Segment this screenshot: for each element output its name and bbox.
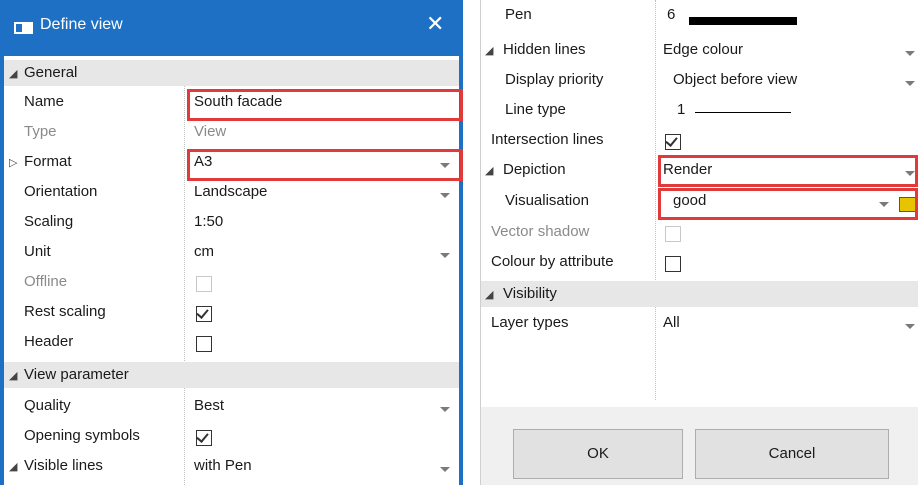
visualisation-label: Visualisation [505, 192, 589, 209]
offline-checkbox [196, 276, 212, 292]
check-icon [196, 430, 209, 443]
highlight-name [187, 89, 463, 121]
colour-by-attribute-checkbox[interactable] [665, 256, 681, 272]
row-header: Header [4, 328, 459, 358]
type-value: View [194, 123, 227, 140]
row-orientation: Orientation Landscape [4, 178, 459, 208]
hidden-lines-label: Hidden lines [503, 41, 586, 58]
window-icon [14, 22, 33, 34]
row-type: Type View [4, 118, 459, 148]
row-offline: Offline [4, 268, 459, 298]
left-property-panel: ◢ General Name South facade Type View ▷ … [4, 56, 463, 485]
scaling-label: Scaling [24, 213, 74, 230]
dropdown-arrow-icon[interactable] [440, 467, 450, 472]
row-scaling: Scaling 1:50 [4, 208, 459, 238]
vector-shadow-label: Vector shadow [491, 223, 590, 240]
close-button[interactable]: ✕ [426, 12, 444, 36]
rest-scaling-checkbox[interactable] [196, 306, 212, 322]
dropdown-arrow-icon[interactable] [905, 51, 915, 56]
format-label: Format [24, 153, 72, 170]
section-visibility-label: Visibility [503, 285, 557, 302]
check-icon [665, 134, 678, 147]
row-line-type: Line type 1 [481, 96, 918, 126]
intersection-lines-label: Intersection lines [491, 131, 604, 148]
row-layer-types: Layer types All [481, 309, 918, 339]
visible-lines-label: Visible lines [24, 457, 103, 474]
cancel-button[interactable]: Cancel [695, 429, 889, 479]
row-rest-scaling: Rest scaling [4, 298, 459, 328]
layer-types-select[interactable]: All [663, 314, 680, 331]
row-intersection-lines: Intersection lines [481, 126, 918, 156]
ok-button[interactable]: OK [513, 429, 683, 479]
section-view-parameter-label: View parameter [24, 366, 129, 383]
header-checkbox[interactable] [196, 336, 212, 352]
expand-triangle-icon[interactable]: ◢ [9, 369, 17, 382]
pen-swatch [689, 17, 797, 25]
image-separator [463, 0, 481, 485]
visible-lines-select[interactable]: with Pen [194, 457, 252, 474]
row-quality: Quality Best [4, 392, 459, 422]
layer-types-label: Layer types [491, 314, 569, 331]
colour-by-attribute-label: Colour by attribute [491, 253, 614, 270]
intersection-lines-checkbox[interactable] [665, 134, 681, 150]
dropdown-arrow-icon[interactable] [440, 407, 450, 412]
window-title: Define view [40, 16, 123, 33]
depiction-label: Depiction [503, 161, 566, 178]
row-opening-symbols: Opening symbols [4, 422, 459, 452]
quality-select[interactable]: Best [194, 397, 224, 414]
row-hidden-lines: ◢ Hidden lines Edge colour [481, 36, 918, 66]
section-general-label: General [24, 64, 78, 81]
expand-triangle-icon[interactable]: ◢ [485, 288, 493, 301]
quality-label: Quality [24, 397, 71, 414]
header-label: Header [24, 333, 74, 350]
row-pen: Pen 6 [481, 2, 918, 32]
pen-value[interactable]: 6 [667, 6, 675, 23]
dropdown-arrow-icon[interactable] [440, 253, 450, 258]
expand-triangle-icon[interactable]: ◢ [9, 460, 17, 473]
section-visibility[interactable]: ◢ Visibility [481, 281, 918, 307]
rest-scaling-label: Rest scaling [24, 303, 106, 320]
orientation-label: Orientation [24, 183, 98, 200]
window-title-bar: Define view ✕ [0, 0, 463, 56]
line-type-sample [695, 112, 791, 113]
collapse-triangle-icon[interactable]: ▷ [9, 156, 17, 169]
offline-label: Offline [24, 273, 68, 290]
highlight-depiction [658, 155, 918, 187]
line-type-value[interactable]: 1 [677, 101, 685, 118]
highlight-format [187, 149, 463, 181]
scaling-input[interactable]: 1:50 [194, 213, 223, 230]
dropdown-arrow-icon[interactable] [440, 193, 450, 198]
orientation-select[interactable]: Landscape [194, 183, 267, 200]
dropdown-arrow-icon[interactable] [905, 324, 915, 329]
pen-label: Pen [505, 6, 532, 23]
name-label: Name [24, 93, 65, 110]
row-visible-lines: ◢ Visible lines with Pen [4, 452, 459, 482]
check-icon [196, 306, 209, 319]
unit-label: Unit [24, 243, 51, 260]
expand-triangle-icon[interactable]: ◢ [485, 44, 493, 57]
row-vector-shadow: Vector shadow [481, 218, 918, 248]
expand-triangle-icon[interactable]: ◢ [9, 67, 17, 80]
display-priority-label: Display priority [505, 71, 604, 88]
line-type-label: Line type [505, 101, 566, 118]
opening-symbols-checkbox[interactable] [196, 430, 212, 446]
dropdown-arrow-icon[interactable] [905, 81, 915, 86]
row-colour-by-attribute: Colour by attribute [481, 248, 918, 278]
display-priority-select[interactable]: Object before view [673, 71, 797, 88]
row-unit: Unit cm [4, 238, 459, 268]
type-label: Type [24, 123, 57, 140]
opening-symbols-label: Opening symbols [24, 427, 140, 444]
dialog-footer: OK Cancel [481, 407, 918, 485]
row-display-priority: Display priority Object before view [481, 66, 918, 96]
section-general[interactable]: ◢ General [4, 60, 459, 86]
unit-select[interactable]: cm [194, 243, 214, 260]
expand-triangle-icon[interactable]: ◢ [485, 164, 493, 177]
hidden-lines-select[interactable]: Edge colour [663, 41, 743, 58]
section-view-parameter[interactable]: ◢ View parameter [4, 362, 459, 388]
highlight-visualisation [658, 188, 918, 220]
vector-shadow-checkbox [665, 226, 681, 242]
